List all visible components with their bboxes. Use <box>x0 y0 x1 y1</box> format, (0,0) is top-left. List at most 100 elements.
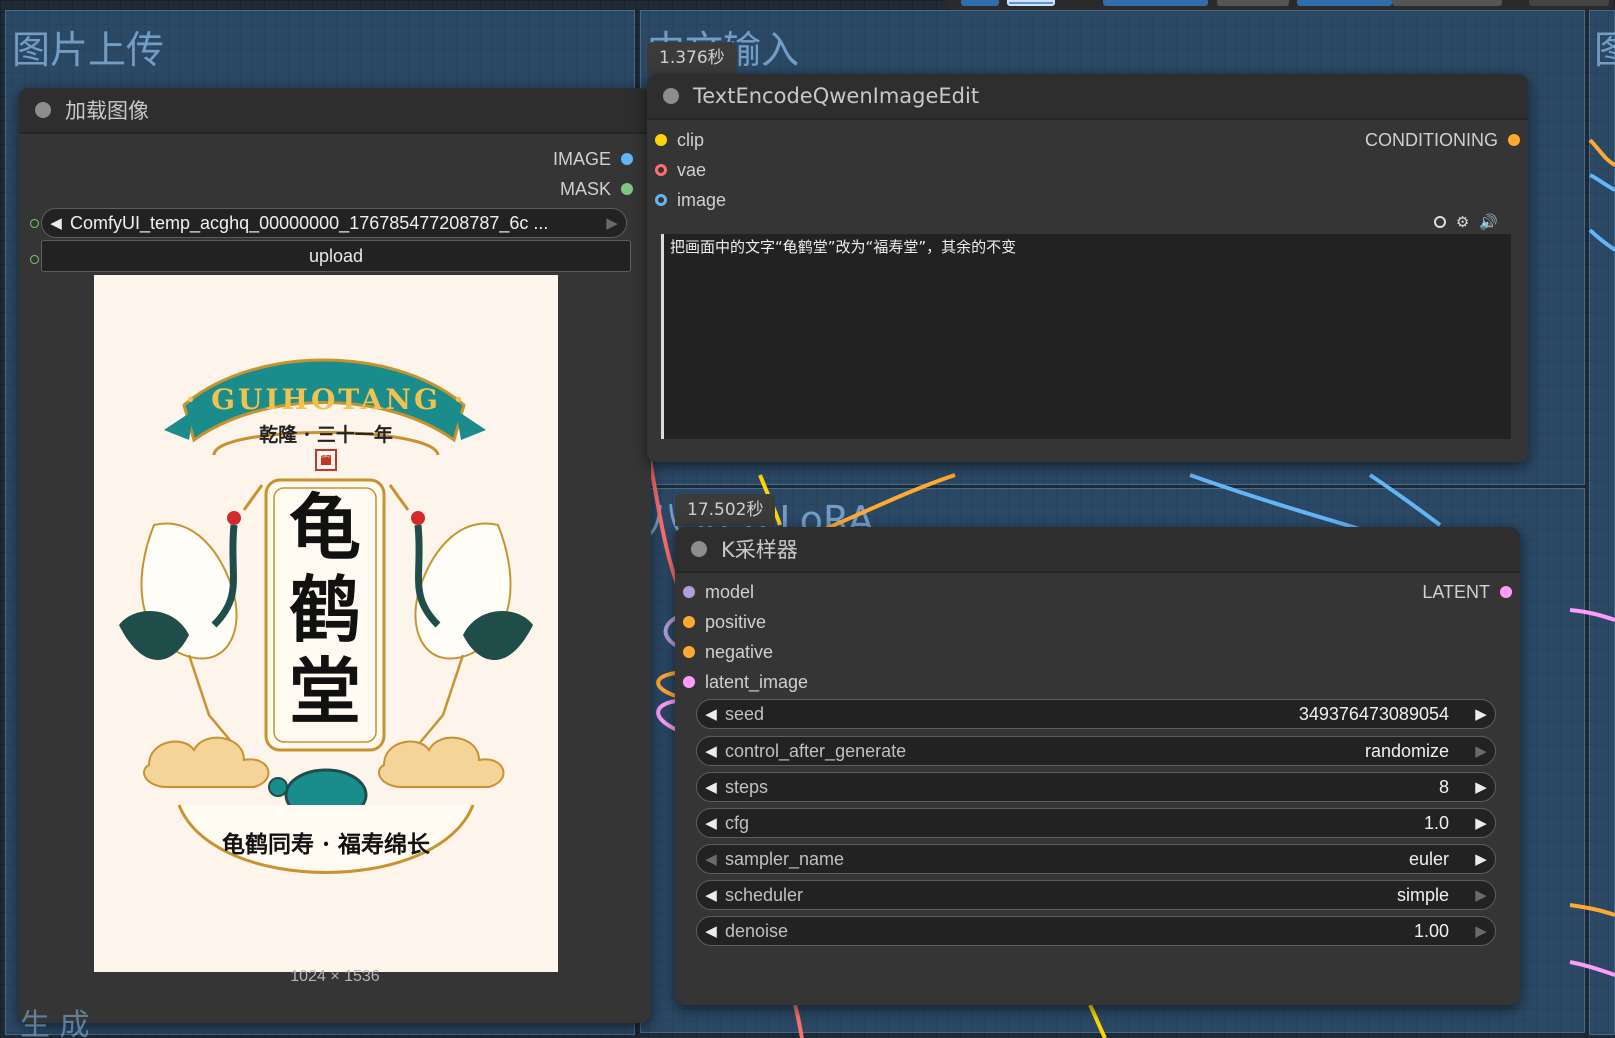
node-header[interactable]: 加载图像 <box>19 88 651 134</box>
slot-label: model <box>705 581 755 602</box>
cfg-widget[interactable]: ◀ cfg 1.0 ▶ <box>696 808 1496 838</box>
image-file-selector[interactable]: ◀ ComfyUI_temp_acghq_00000000_1767854772… <box>41 208 627 238</box>
input-latent-image[interactable]: latent_image <box>683 669 808 695</box>
slot-label: image <box>677 189 727 210</box>
gear-icon[interactable]: ⚙ <box>1456 213 1469 231</box>
node-title: TextEncodeQwenImageEdit <box>693 84 980 108</box>
slot-label: CONDITIONING <box>1365 129 1498 150</box>
output-latent[interactable]: LATENT <box>1422 579 1512 605</box>
next-arrow-icon[interactable]: ▶ <box>598 214 626 232</box>
widget-value: 8 <box>1438 776 1449 797</box>
load-image-node[interactable]: 加载图像 IMAGE MASK ◀ ComfyUI_temp_acghq_000… <box>19 88 651 1023</box>
poster-char: 鹤 <box>288 567 361 652</box>
widget-label: denoise <box>725 920 789 941</box>
poster-seal-text: 龟鹤 <box>318 453 331 459</box>
input-image[interactable]: image <box>655 187 726 213</box>
node-title: K采样器 <box>721 538 798 562</box>
group-title-bottom-partial: 生 成 <box>20 1008 90 1038</box>
input-model[interactable]: model <box>683 579 754 605</box>
filename-value: ComfyUI_temp_acghq_00000000_176785477208… <box>70 212 549 233</box>
increment-arrow-icon[interactable]: ▶ <box>1467 922 1495 940</box>
widget-value: randomize <box>1364 740 1449 761</box>
increment-arrow-icon[interactable]: ▶ <box>1467 742 1495 760</box>
decrement-arrow-icon[interactable]: ◀ <box>697 742 725 760</box>
wire-image-right <box>1189 473 1381 537</box>
decrement-arrow-icon[interactable]: ◀ <box>697 778 725 796</box>
scheduler-widget[interactable]: ◀ scheduler simple ▶ <box>696 880 1496 910</box>
speaker-icon[interactable]: 🔊 <box>1479 213 1498 231</box>
decrement-arrow-icon[interactable]: ◀ <box>697 850 725 868</box>
slot-label: vae <box>677 159 707 180</box>
image-preview: · GUIHOTANG · 乾隆 · 三十一年 龟鹤 龟 鹤 堂 龟鹤同寿 · … <box>94 275 558 972</box>
increment-arrow-icon[interactable]: ▶ <box>1467 886 1495 904</box>
slot-label: positive <box>705 611 767 632</box>
output-mask[interactable]: MASK <box>560 176 633 202</box>
output-slot-dot[interactable] <box>621 183 633 195</box>
collapse-dot[interactable] <box>663 88 679 104</box>
steps-widget[interactable]: ◀ steps 8 ▶ <box>696 772 1496 802</box>
text-encode-node[interactable]: TextEncodeQwenImageEdit clip vae image C… <box>647 74 1528 462</box>
poster-char: 堂 <box>288 649 361 734</box>
input-slot-dot[interactable] <box>683 676 695 688</box>
node-header[interactable]: TextEncodeQwenImageEdit <box>647 74 1528 120</box>
wire-right-3 <box>1588 228 1615 252</box>
wire-clip-bottom <box>1088 1004 1107 1038</box>
widget-value: simple <box>1396 884 1449 905</box>
output-image[interactable]: IMAGE <box>553 146 633 172</box>
input-slot-dot[interactable] <box>655 194 667 206</box>
slot-label: LATENT <box>1422 581 1490 602</box>
poster-motto: 龟鹤同寿 · 福寿绵长 <box>221 831 431 858</box>
prev-arrow-icon[interactable]: ◀ <box>42 214 70 232</box>
prompt-textarea[interactable]: 把画面中的文字“龟鹤堂”改为“福寿堂”，其余的不变 <box>661 234 1511 439</box>
output-slot-dot[interactable] <box>621 153 633 165</box>
collapse-dot[interactable] <box>35 102 51 118</box>
poster-banner-text: · GUIHOTANG · <box>185 383 467 416</box>
output-conditioning[interactable]: CONDITIONING <box>1365 127 1520 153</box>
node-header[interactable]: K采样器 <box>675 527 1520 573</box>
decrement-arrow-icon[interactable]: ◀ <box>697 814 725 832</box>
widget-value: euler <box>1408 848 1449 869</box>
slot-label: clip <box>677 129 705 150</box>
circle-icon[interactable] <box>1433 216 1446 228</box>
denoise-widget[interactable]: ◀ denoise 1.00 ▶ <box>696 916 1496 946</box>
input-slot-dot[interactable] <box>683 586 695 598</box>
ksampler-node[interactable]: K采样器 model positive negative latent_imag… <box>675 527 1520 1005</box>
widget-label: seed <box>725 703 765 724</box>
sampler-name-widget[interactable]: ◀ sampler_name euler ▶ <box>696 844 1496 874</box>
widget-label: scheduler <box>725 884 804 905</box>
decrement-arrow-icon[interactable]: ◀ <box>697 922 725 940</box>
input-slot-dot[interactable] <box>655 164 667 176</box>
output-slot-dot[interactable] <box>1508 134 1520 146</box>
image-dimensions: 1024 × 1536 <box>290 968 380 985</box>
input-slot-dot[interactable] <box>655 134 667 146</box>
input-clip[interactable]: clip <box>655 127 704 153</box>
input-slot-dot[interactable] <box>683 646 695 658</box>
widget-label: steps <box>725 776 769 797</box>
input-positive[interactable]: positive <box>683 609 766 635</box>
wire-right-1 <box>1588 138 1615 167</box>
widget-value: 349376473089054 <box>1298 703 1449 724</box>
increment-arrow-icon[interactable]: ▶ <box>1467 850 1495 868</box>
output-slot-dot[interactable] <box>1500 586 1512 598</box>
control-after-generate-widget[interactable]: ◀ control_after_generate randomize ▶ <box>696 736 1496 766</box>
widget-slot-dot[interactable] <box>30 219 39 228</box>
collapse-dot[interactable] <box>691 541 707 557</box>
execution-time-badge: 17.502秒 <box>675 494 776 526</box>
decrement-arrow-icon[interactable]: ◀ <box>697 705 725 723</box>
poster-char: 龟 <box>288 485 361 570</box>
input-negative[interactable]: negative <box>683 639 773 665</box>
input-vae[interactable]: vae <box>655 157 706 183</box>
widget-slot-dot[interactable] <box>30 255 39 264</box>
wire-image-right-2 <box>1368 473 1442 527</box>
slot-label: negative <box>705 641 774 662</box>
decrement-arrow-icon[interactable]: ◀ <box>697 886 725 904</box>
increment-arrow-icon[interactable]: ▶ <box>1467 778 1495 796</box>
increment-arrow-icon[interactable]: ▶ <box>1467 705 1495 723</box>
wire-vae-bottom <box>793 1004 804 1038</box>
input-slot-dot[interactable] <box>683 616 695 628</box>
upload-button[interactable]: upload <box>41 240 631 272</box>
increment-arrow-icon[interactable]: ▶ <box>1467 814 1495 832</box>
seed-widget[interactable]: ◀ seed 349376473089054 ▶ <box>696 699 1496 729</box>
poster-era-text: 乾隆 · 三十一年 <box>259 424 393 446</box>
widget-label: sampler_name <box>725 848 845 869</box>
